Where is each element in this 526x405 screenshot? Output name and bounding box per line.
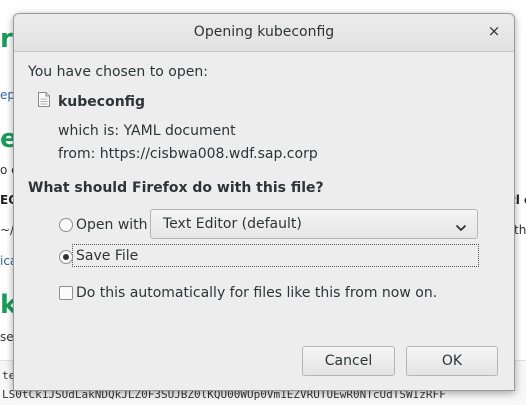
application-select-value: Text Editor (default) (163, 216, 302, 232)
chevron-down-icon (455, 218, 467, 237)
save-file-radio[interactable] (59, 250, 73, 264)
open-file-dialog: Opening kubeconfig × You have chosen to … (13, 13, 515, 391)
close-button[interactable]: × (484, 21, 504, 41)
bg-text-fragment: se (0, 330, 14, 344)
bg-heading-fragment: r (0, 24, 13, 54)
dialog-title: Opening kubeconfig (193, 24, 335, 40)
intro-text: You have chosen to open: (28, 64, 208, 80)
auto-label[interactable]: Do this automatically for files like thi… (76, 285, 437, 301)
save-file-label[interactable]: Save File (76, 248, 138, 264)
open-with-label[interactable]: Open with (76, 217, 148, 233)
file-source: from: https://cisbwa008.wdf.sap.corp (58, 146, 318, 162)
bg-text-fragment: th (514, 223, 526, 237)
ok-button[interactable]: OK (406, 346, 498, 376)
auto-checkbox[interactable] (59, 286, 73, 300)
bg-text-fragment: ~/ (0, 223, 15, 237)
cancel-button[interactable]: Cancel (302, 346, 395, 376)
application-select[interactable]: Text Editor (default) (150, 209, 478, 239)
action-question: What should Firefox do with this file? (28, 180, 324, 196)
open-with-radio[interactable] (59, 218, 73, 232)
dialog-titlebar[interactable]: Opening kubeconfig × (14, 14, 514, 52)
file-name: kubeconfig (58, 94, 146, 110)
file-type: which is: YAML document (58, 123, 236, 139)
document-icon (38, 92, 50, 111)
